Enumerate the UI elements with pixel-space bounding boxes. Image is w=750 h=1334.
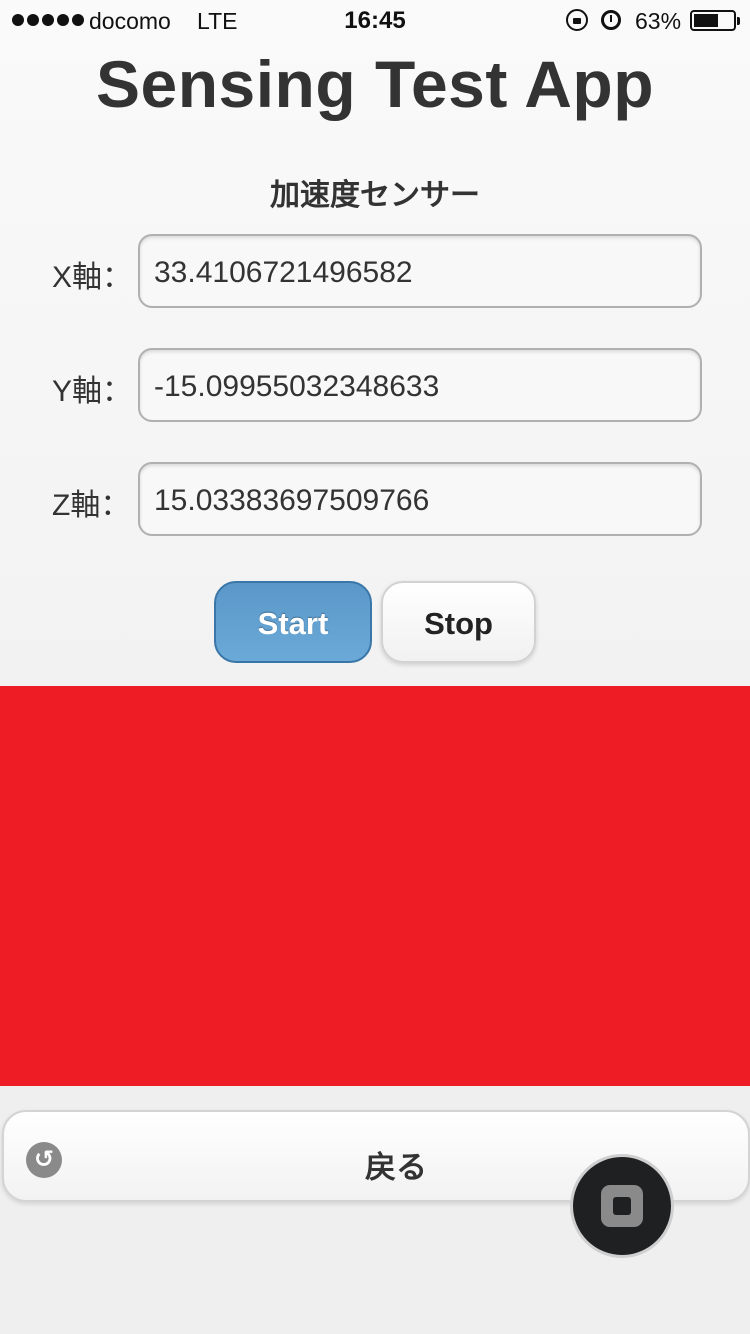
app-title: Sensing Test App <box>95 47 655 121</box>
battery-percent: 63% <box>635 8 682 34</box>
z-axis-row: Z軸： 15.03383697509766 <box>0 462 750 536</box>
z-axis-label: Z軸： <box>52 489 131 522</box>
x-axis-row: X軸： 33.4106721496582 <box>0 234 750 308</box>
assistive-touch-button[interactable] <box>570 1154 674 1258</box>
z-axis-field[interactable]: 15.03383697509766 <box>138 462 702 536</box>
status-bar: docomo LTE 16:45 63% <box>0 0 750 40</box>
y-axis-field[interactable]: -15.09955032348633 <box>138 348 702 422</box>
battery-fill <box>694 14 718 27</box>
indicator-panel <box>0 686 750 1086</box>
y-axis-label: Y軸： <box>52 375 133 408</box>
alarm-icon <box>601 10 621 30</box>
x-axis-label: X軸： <box>52 261 133 294</box>
section-title: 加速度センサー <box>270 179 480 212</box>
rotation-lock-icon <box>566 9 588 31</box>
y-axis-row: Y軸： -15.09955032348633 <box>0 348 750 422</box>
start-button[interactable]: Start <box>214 581 372 663</box>
stop-button[interactable]: Stop <box>381 581 536 663</box>
x-axis-field[interactable]: 33.4106721496582 <box>138 234 702 308</box>
assistive-touch-icon <box>601 1185 643 1227</box>
battery-icon <box>690 10 740 31</box>
